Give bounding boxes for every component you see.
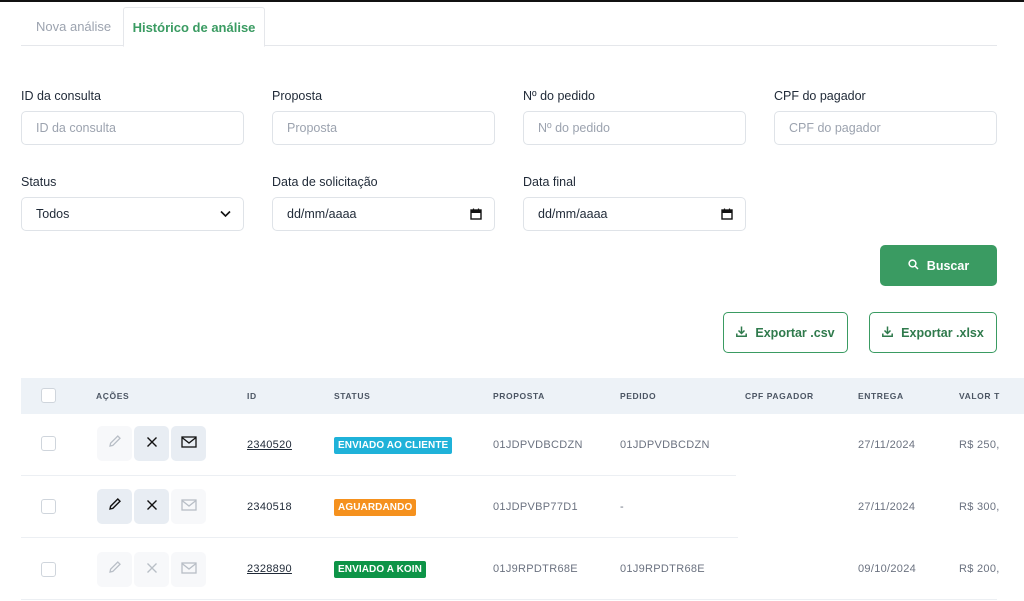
row-entrega: 27/11/2024 xyxy=(858,439,916,451)
row-id-link[interactable]: 2328890 xyxy=(247,563,292,575)
column-header-acoes: AÇÕES xyxy=(96,391,130,401)
data-final-input[interactable]: dd/mm/aaaa xyxy=(523,197,746,231)
row-id-link[interactable]: 2340520 xyxy=(247,439,292,451)
id-consulta-label: ID da consulta xyxy=(21,89,101,103)
email-button[interactable] xyxy=(171,489,206,524)
row-id: 2340518 xyxy=(247,501,292,513)
mail-icon xyxy=(180,498,197,516)
row-checkbox[interactable] xyxy=(41,436,56,451)
cpf-label: CPF do pagador xyxy=(774,89,866,103)
row-proposta: 01JDPVBP77D1 xyxy=(493,501,578,513)
pedido-input[interactable]: Nº do pedido xyxy=(523,111,746,145)
proposta-input[interactable]: Proposta xyxy=(272,111,495,145)
data-solicitacao-label: Data de solicitação xyxy=(272,175,378,189)
window-top-border xyxy=(0,0,1024,2)
proposta-label: Proposta xyxy=(272,89,323,103)
column-header-valor[interactable]: VALOR T xyxy=(959,378,1000,414)
pencil-icon xyxy=(108,560,122,579)
tab-bar: Nova análise Histórico de análise xyxy=(21,7,997,47)
close-icon xyxy=(146,561,158,579)
status-badge: ENVIADO AO CLIENTE xyxy=(334,436,453,454)
data-solicitacao-value: dd/mm/aaaa xyxy=(287,207,357,221)
close-icon xyxy=(146,498,158,516)
row-pedido: 01J9RPDTR68E xyxy=(620,563,705,575)
column-header-cpf-pagador[interactable]: CPF PAGADOR xyxy=(745,378,814,414)
row-entrega: 09/10/2024 xyxy=(858,563,917,575)
table-row: 2340518 AGUARDANDO 01JDPVBP77D1 - 27/11/… xyxy=(21,476,1024,539)
tab-nova-analise[interactable]: Nova análise xyxy=(21,7,122,46)
row-valor: R$ 250, xyxy=(959,439,1000,451)
tab-historico-analise[interactable]: Histórico de análise xyxy=(123,7,265,47)
search-button[interactable]: Buscar xyxy=(880,245,997,286)
pencil-icon xyxy=(108,497,122,516)
export-csv-label: Exportar .csv xyxy=(755,325,835,340)
export-csv-button[interactable]: Exportar .csv xyxy=(723,312,848,353)
edit-button[interactable] xyxy=(97,552,132,587)
select-all-checkbox[interactable] xyxy=(41,388,56,403)
chevron-down-icon xyxy=(220,210,231,218)
row-valor: R$ 300, xyxy=(959,501,1000,513)
row-checkbox[interactable] xyxy=(41,562,56,577)
row-checkbox[interactable] xyxy=(41,499,56,514)
mail-icon xyxy=(180,561,197,579)
status-badge: ENVIADO A KOIN xyxy=(334,560,426,578)
pedido-label: Nº do pedido xyxy=(523,89,595,103)
row-pedido: - xyxy=(620,501,624,513)
search-icon xyxy=(908,258,919,273)
email-button[interactable] xyxy=(171,552,206,587)
data-final-value: dd/mm/aaaa xyxy=(538,207,608,221)
download-icon xyxy=(882,326,894,340)
edit-button[interactable] xyxy=(97,489,132,524)
mail-icon xyxy=(180,435,197,453)
cpf-input[interactable]: CPF do pagador xyxy=(774,111,997,145)
pencil-icon xyxy=(108,434,122,453)
row-entrega: 27/11/2024 xyxy=(858,501,916,513)
row-proposta: 01J9RPDTR68E xyxy=(493,563,578,575)
row-pedido: 01JDPVDBCDZN xyxy=(620,439,710,451)
column-header-proposta[interactable]: PROPOSTA xyxy=(493,378,545,414)
id-consulta-input[interactable]: ID da consulta xyxy=(21,111,244,145)
cancel-button[interactable] xyxy=(134,552,169,587)
column-header-pedido[interactable]: PEDIDO xyxy=(620,378,656,414)
row-valor: R$ 200, xyxy=(959,563,1000,575)
column-header-status[interactable]: STATUS xyxy=(334,378,370,414)
download-icon xyxy=(736,326,748,340)
close-icon xyxy=(146,435,158,453)
status-select-value: Todos xyxy=(36,207,70,221)
column-header-id[interactable]: ID xyxy=(247,378,257,414)
cancel-button[interactable] xyxy=(134,426,169,461)
export-xlsx-button[interactable]: Exportar .xlsx xyxy=(869,312,997,353)
email-button[interactable] xyxy=(171,426,206,461)
status-select[interactable]: Todos xyxy=(21,197,244,231)
data-solicitacao-input[interactable]: dd/mm/aaaa xyxy=(272,197,495,231)
status-badge: AGUARDANDO xyxy=(334,498,417,516)
table-row: 2328890 ENVIADO A KOIN 01J9RPDTR68E 01J9… xyxy=(21,538,1024,601)
table-row: 2340520 ENVIADO AO CLIENTE 01JDPVDBCDZN … xyxy=(21,414,1024,477)
column-header-entrega[interactable]: ENTREGA xyxy=(858,378,904,414)
cancel-button[interactable] xyxy=(134,489,169,524)
search-button-label: Buscar xyxy=(926,258,970,273)
status-label: Status xyxy=(21,175,57,189)
calendar-icon[interactable] xyxy=(470,208,482,220)
table-header: AÇÕES ID STATUS PROPOSTA PEDIDO CPF PAGA… xyxy=(21,378,1024,414)
row-proposta: 01JDPVDBCDZN xyxy=(493,439,583,451)
calendar-icon[interactable] xyxy=(721,208,733,220)
data-final-label: Data final xyxy=(523,175,576,189)
export-xlsx-label: Exportar .xlsx xyxy=(901,325,984,340)
edit-button[interactable] xyxy=(97,426,132,461)
